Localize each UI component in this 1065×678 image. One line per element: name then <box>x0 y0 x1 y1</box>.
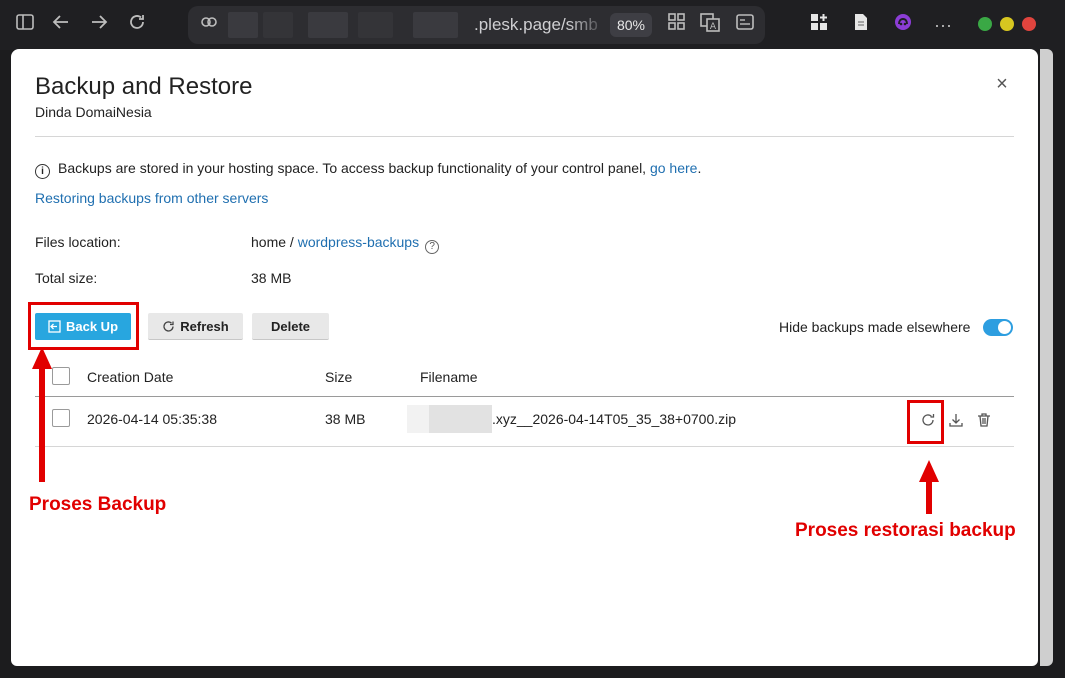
back-icon[interactable] <box>48 12 74 38</box>
close-window-button[interactable] <box>1022 17 1036 31</box>
url-fade <box>568 10 608 40</box>
url-redaction <box>358 12 393 38</box>
dialog-title: Backup and Restore <box>35 73 253 100</box>
trash-icon[interactable] <box>974 412 994 432</box>
minimize-button[interactable] <box>978 17 992 31</box>
row-size: 38 MB <box>325 411 366 427</box>
refresh-icon <box>163 320 174 332</box>
maximize-button[interactable] <box>1000 17 1014 31</box>
reader-icon[interactable] <box>732 12 758 38</box>
row-date: 2026-04-14 05:35:38 <box>87 411 217 427</box>
url-redaction <box>263 12 293 38</box>
backup-annotation: Proses Backup <box>29 494 167 515</box>
backup-restore-dialog <box>11 49 1038 666</box>
total-size-label: Total size: <box>35 270 98 286</box>
info-icon: i <box>35 164 50 179</box>
notes-icon[interactable] <box>848 12 874 38</box>
delete-label: Delete <box>270 318 311 334</box>
browser-toolbar: .plesk.page/smb 80% A ··· <box>0 0 1065 50</box>
toggle-knob <box>998 321 1011 334</box>
info-end: . <box>697 160 702 176</box>
row-checkbox[interactable] <box>52 409 70 427</box>
column-header-date[interactable]: Creation Date <box>87 369 173 385</box>
restore-highlight-box <box>907 400 944 444</box>
extensions-icon[interactable] <box>806 12 832 38</box>
files-location-label: Files location: <box>35 234 121 250</box>
close-dialog-button[interactable]: × <box>992 74 1012 94</box>
url-redaction <box>228 12 258 38</box>
backup-arrow <box>32 347 52 482</box>
backup-highlight-box <box>28 302 139 350</box>
files-location-home: home / <box>251 234 298 250</box>
table-row-divider <box>35 446 1014 447</box>
row-filename: .xyz__2026-04-14T05_35_38+0700.zip <box>492 411 737 427</box>
url-redaction <box>308 12 348 38</box>
column-header-filename[interactable]: Filename <box>420 369 478 385</box>
hide-backups-toggle[interactable] <box>983 319 1013 336</box>
page-scroll-rail <box>1040 49 1053 666</box>
files-location-value: home / wordpress-backups? <box>251 234 440 254</box>
svg-text:A: A <box>710 22 717 32</box>
address-bar[interactable]: .plesk.page/smb 80% A <box>188 6 765 44</box>
delete-button[interactable]: Delete <box>252 313 329 340</box>
info-text: Backups are stored in your hosting space… <box>58 160 650 176</box>
dialog-subtitle: Dinda DomaiNesia <box>35 104 152 120</box>
hide-backups-label: Hide backups made elsewhere <box>779 319 971 335</box>
filename-redaction <box>407 405 431 433</box>
apps-icon[interactable] <box>664 12 690 38</box>
refresh-label: Refresh <box>180 318 229 334</box>
url-redaction <box>413 12 458 38</box>
total-size-value: 38 MB <box>251 270 292 286</box>
translate-icon[interactable]: A <box>697 12 723 38</box>
info-message: i Backups are stored in your hosting spac… <box>35 160 701 179</box>
profile-icon[interactable] <box>890 12 916 38</box>
header-divider <box>35 136 1014 137</box>
restore-other-servers-link[interactable]: Restoring backups from other servers <box>35 190 268 206</box>
filename-redaction <box>429 405 492 433</box>
help-icon[interactable]: ? <box>425 240 440 254</box>
zoom-level[interactable]: 80% <box>610 13 652 37</box>
refresh-button[interactable]: Refresh <box>148 313 243 340</box>
column-header-size[interactable]: Size <box>325 369 352 385</box>
restore-arrow <box>919 460 939 514</box>
site-info-icon[interactable] <box>196 12 222 38</box>
table-header-divider <box>35 396 1014 397</box>
download-icon[interactable] <box>946 412 966 432</box>
restore-annotation: Proses restorasi backup <box>795 520 1016 541</box>
sidebar-icon[interactable] <box>12 12 38 38</box>
select-all-checkbox[interactable] <box>52 367 70 385</box>
reload-icon[interactable] <box>124 12 150 38</box>
more-icon[interactable]: ··· <box>930 12 956 38</box>
forward-icon[interactable] <box>86 12 112 38</box>
go-here-link[interactable]: go here <box>650 160 697 176</box>
wordpress-backups-link[interactable]: wordpress-backups <box>298 234 419 250</box>
